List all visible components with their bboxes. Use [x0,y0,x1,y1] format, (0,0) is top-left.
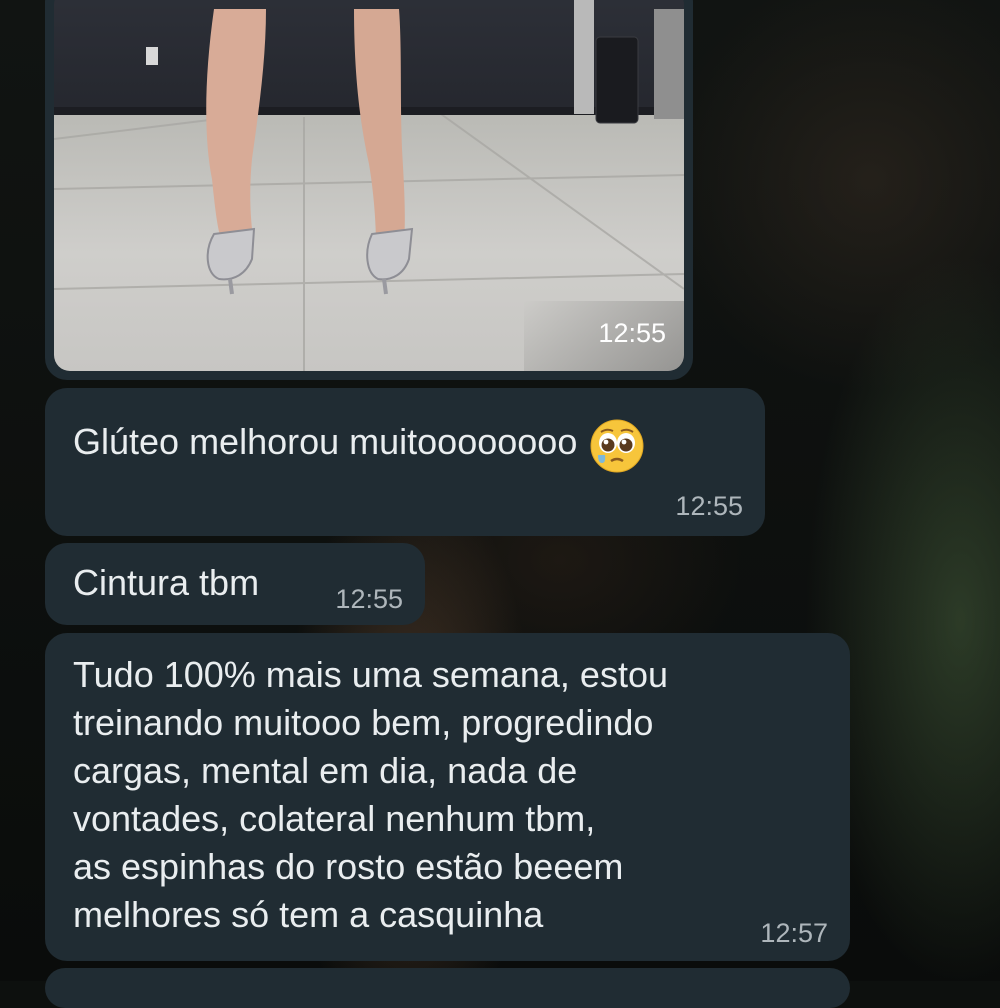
message-line: vontades, colateral nenhum tbm, [73,798,596,839]
message-text: Glúteo melhorou muitoooooooo [73,421,578,462]
message-line: melhores só tem a casquinha [73,894,544,935]
message-line: treinando muitooo bem, progredindo [73,702,654,743]
shared-photo[interactable]: 12:55 [54,0,684,371]
message-timestamp: 12:55 [675,491,743,521]
message-body: Tudo 100% mais uma semana, estou treinan… [73,651,668,939]
pleading-face-icon [590,419,644,473]
message-timestamp: 12:55 [598,318,666,348]
text-message[interactable]: Cintura tbm 12:55 [45,543,425,625]
message-timestamp: 12:57 [760,918,828,948]
next-message-partial [45,968,850,1008]
message-timestamp: 12:55 [335,584,403,614]
message-line: Tudo 100% mais uma semana, estou [73,654,668,695]
message-line: cargas, mental em dia, nada de [73,750,578,791]
text-message[interactable]: Tudo 100% mais uma semana, estou treinan… [45,633,850,961]
image-message[interactable]: 12:55 [45,0,693,380]
text-message[interactable]: Glúteo melhorou muitoooooooo 12:55 [45,388,765,536]
message-line: as espinhas do rosto estão beeem [73,846,624,887]
message-text: Cintura tbm [73,562,260,603]
